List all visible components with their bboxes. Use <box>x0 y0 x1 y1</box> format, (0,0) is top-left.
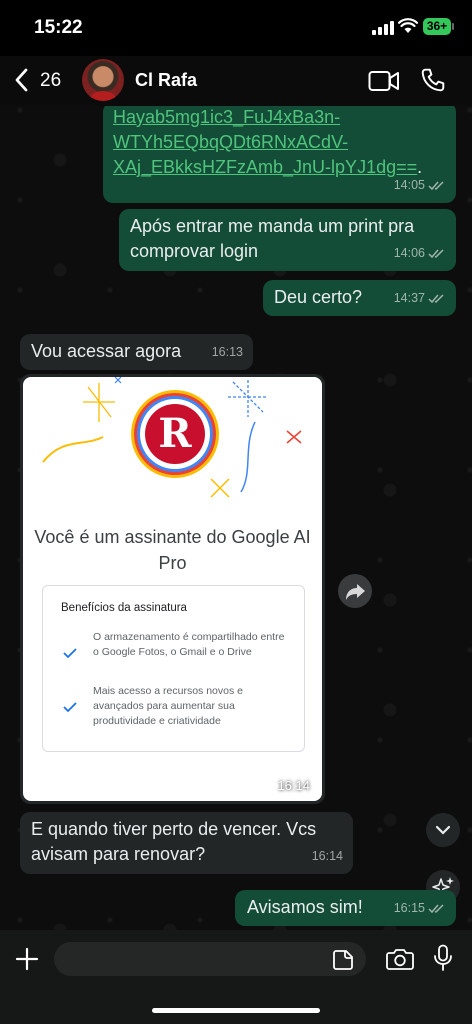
plus-icon[interactable] <box>14 946 40 972</box>
check-icon <box>63 648 77 659</box>
double-check-icon <box>428 294 444 304</box>
video-call-icon[interactable] <box>368 70 400 92</box>
chevron-down-icon <box>435 825 451 835</box>
status-time: 15:22 <box>34 17 83 38</box>
outgoing-message[interactable]: Deu certo? 14:37 <box>263 280 456 316</box>
message-meta: 16:15 <box>394 896 446 921</box>
outgoing-message[interactable]: Após entrar me manda um print pra compro… <box>119 209 456 271</box>
incoming-image-message[interactable]: R Você é um assinante do Google AI Pro B… <box>20 374 325 804</box>
message-link-line[interactable]: XAj_EBkksHZFzAmb_JnU-lpYJ1dg== <box>113 157 417 177</box>
message-time: 16:13 <box>211 345 243 359</box>
message-time: 14:06 <box>393 246 425 260</box>
chat-header: 26 Cl Rafa <box>0 56 472 106</box>
back-chevron-icon[interactable] <box>14 68 28 92</box>
status-bar: 15:22 36+ <box>0 0 472 56</box>
message-time: 14:37 <box>393 291 425 305</box>
composer-bar <box>0 930 472 1024</box>
incoming-message[interactable]: E quando tiver perto de vencer. Vcs avis… <box>20 812 353 874</box>
benefits-card: Benefícios da assinatura O armazenamento… <box>42 585 305 752</box>
screenshot-image[interactable]: R Você é um assinante do Google AI Pro B… <box>23 377 322 801</box>
contact-avatar[interactable] <box>82 59 124 101</box>
subscriber-heading: Você é um assinante do Google AI Pro <box>34 527 311 573</box>
message-time: 16:15 <box>393 901 425 915</box>
message-time: 16:14 <box>311 849 343 863</box>
message-time: 14:05 <box>393 178 425 192</box>
benefit-item: O armazenamento é compartilhado entre o … <box>93 631 285 658</box>
message-text: Vou acessar agora <box>31 341 182 361</box>
outgoing-message[interactable]: Avisamos sim! 16:15 <box>235 890 456 926</box>
message-text: E quando tiver perto de vencer. Vcs avis… <box>31 819 317 864</box>
message-text: Deu certo? <box>274 287 363 307</box>
message-time: 16:14 <box>277 778 310 793</box>
message-link-line[interactable]: WTYh5EQbqQDt6RNxACdV- <box>113 132 348 152</box>
double-check-icon <box>428 904 444 914</box>
battery-icon: 36+ <box>423 18 454 35</box>
logo-letter: R <box>145 404 205 464</box>
contact-name[interactable]: Cl Rafa <box>135 70 197 91</box>
app-logo: R <box>140 399 210 469</box>
phone-call-icon[interactable] <box>420 67 446 93</box>
camera-icon[interactable] <box>386 947 414 971</box>
message-text: Avisamos sim! <box>247 897 363 917</box>
cellular-signal-icon <box>372 21 394 35</box>
message-link-line[interactable]: Hayab5mg1ic3_FuJ4xBa3n- <box>113 107 340 127</box>
home-indicator <box>152 1008 320 1013</box>
benefit-item: Mais acesso a recursos novos e avançados… <box>93 685 243 727</box>
unread-count[interactable]: 26 <box>40 70 61 92</box>
scroll-to-bottom-button[interactable] <box>426 813 460 847</box>
incoming-message[interactable]: Vou acessar agora 16:13 <box>20 334 253 370</box>
message-meta: 14:37 <box>394 286 446 311</box>
message-input[interactable] <box>54 942 366 976</box>
outgoing-message-link[interactable]: Hayab5mg1ic3_FuJ4xBa3n- WTYh5EQbqQDt6RNx… <box>103 102 456 203</box>
microphone-icon[interactable] <box>433 944 453 972</box>
benefits-title: Benefícios da assinatura <box>61 602 187 614</box>
forward-arrow-icon <box>346 584 365 600</box>
sticker-icon[interactable] <box>332 949 354 971</box>
double-check-icon <box>428 249 444 259</box>
check-icon <box>63 702 77 713</box>
message-meta: 14:05 <box>394 173 446 198</box>
wifi-icon <box>398 18 418 33</box>
double-check-icon <box>428 181 444 191</box>
message-meta: 14:06 <box>394 241 446 266</box>
forward-button[interactable] <box>338 574 372 608</box>
